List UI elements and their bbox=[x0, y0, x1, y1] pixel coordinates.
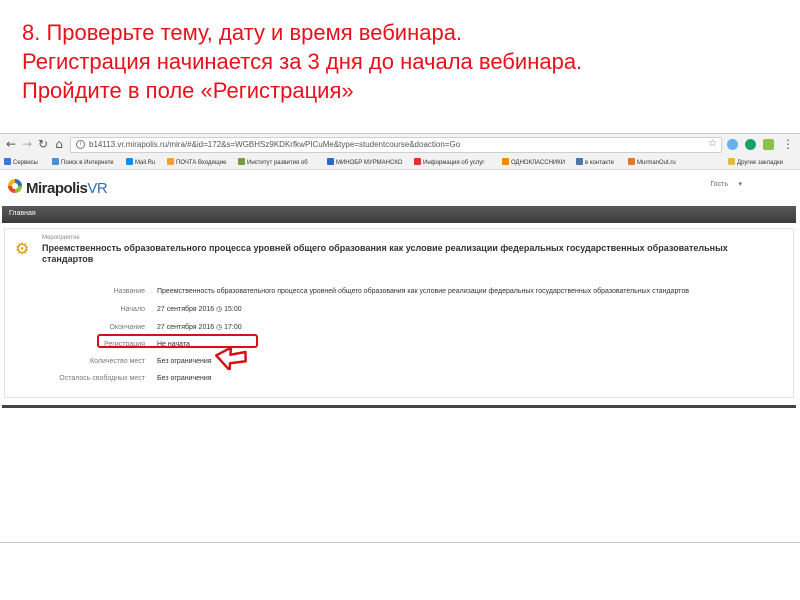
user-menu[interactable]: Гость bbox=[710, 181, 728, 188]
footer-bar bbox=[2, 405, 796, 408]
bookmark-item[interactable]: МИНОБР МУРМАНСКО bbox=[327, 158, 402, 168]
main-menu-bar: Главная bbox=[2, 206, 796, 223]
forward-icon[interactable]: → bbox=[20, 137, 34, 151]
prop-value-free-seats: Без ограничения bbox=[157, 375, 212, 382]
slide-title-line-3: Пройдите в поле «Регистрация» bbox=[22, 78, 354, 103]
prop-label-start: Начало bbox=[120, 306, 145, 313]
event-title: Преемственность образовательного процесс… bbox=[42, 243, 728, 264]
menu-icon[interactable]: ⋮ bbox=[781, 137, 795, 151]
brand-logo[interactable]: MirapolisVR bbox=[26, 180, 108, 197]
bookmarks-bar: Сервисы Поиск в Интернете Mail.Ru ПОЧТА … bbox=[0, 156, 800, 170]
extension-cloud-icon[interactable] bbox=[727, 139, 738, 150]
mail-icon bbox=[126, 158, 133, 165]
prop-label-seats: Количество мест bbox=[90, 358, 145, 365]
info-icon[interactable]: i bbox=[76, 140, 85, 149]
murmanout-icon bbox=[628, 158, 635, 165]
chevron-down-icon[interactable]: ▾ bbox=[738, 180, 742, 188]
slide-title-line-1: 8. Проверьте тему, дату и время вебинара… bbox=[22, 20, 463, 45]
prop-label-end: Окончание bbox=[109, 324, 145, 331]
bookmark-item[interactable]: ОДНОКЛАССНИКИ bbox=[502, 158, 565, 168]
slide-title: 8. Проверьте тему, дату и время вебинара… bbox=[22, 18, 782, 105]
search-icon bbox=[52, 158, 59, 165]
pointer-arrow-icon bbox=[214, 346, 247, 370]
menu-item-home[interactable]: Главная bbox=[9, 210, 36, 217]
bookmark-folder[interactable]: Другие закладки bbox=[728, 158, 783, 168]
prop-label-free-seats: Осталось свободных мест bbox=[59, 375, 145, 382]
extension-evernote-icon[interactable] bbox=[763, 139, 774, 150]
mirapolis-logo-icon bbox=[8, 179, 22, 193]
folder-icon bbox=[728, 158, 735, 165]
reload-icon[interactable]: ↻ bbox=[36, 137, 50, 151]
institute-icon bbox=[238, 158, 245, 165]
apps-icon bbox=[4, 158, 11, 165]
flag-icon bbox=[414, 158, 421, 165]
bookmark-item[interactable]: Институт развития об bbox=[238, 158, 308, 168]
prop-value-name: Преемственность образовательного процесс… bbox=[157, 288, 689, 295]
prop-value-seats: Без ограничения bbox=[157, 358, 212, 365]
bookmark-item[interactable]: MurmanOut.ru bbox=[628, 158, 676, 168]
app-header: MirapolisVR Гость ▾ bbox=[0, 171, 800, 204]
bookmark-item[interactable]: в контакте bbox=[576, 158, 614, 168]
bookmark-item[interactable]: Mail.Ru bbox=[126, 158, 155, 168]
slide-title-line-2: Регистрация начинается за 3 дня до начал… bbox=[22, 49, 583, 74]
extension-shield-icon[interactable] bbox=[745, 139, 756, 150]
prop-value-start: 27 сентября 2016 ◷ 15:00 bbox=[157, 306, 242, 313]
browser-toolbar: ← → ↻ ⌂ i b14113.vr.mirapolis.ru/mira/#&… bbox=[0, 134, 800, 156]
bookmark-item[interactable]: Информация об услуг bbox=[414, 158, 484, 168]
event-kind: Мероприятие bbox=[42, 235, 80, 241]
bookmark-item[interactable]: Сервисы bbox=[4, 158, 38, 168]
prop-label-name: Название bbox=[113, 288, 145, 295]
address-url: b14113.vr.mirapolis.ru/mira/#&id=172&s=W… bbox=[89, 140, 461, 149]
bookmark-item[interactable]: ПОЧТА Входящие bbox=[167, 158, 226, 168]
event-panel: ⚙ Мероприятие Преемственность образовате… bbox=[4, 228, 794, 398]
bookmark-item[interactable]: Поиск в Интернете bbox=[52, 158, 114, 168]
vk-icon bbox=[576, 158, 583, 165]
inbox-icon bbox=[167, 158, 174, 165]
home-icon[interactable]: ⌂ bbox=[52, 137, 66, 151]
ok-icon bbox=[502, 158, 509, 165]
back-icon[interactable]: ← bbox=[4, 137, 18, 151]
address-bar[interactable]: i b14113.vr.mirapolis.ru/mira/#&id=172&s… bbox=[70, 137, 722, 153]
gear-icon: ⚙ bbox=[15, 239, 30, 258]
star-icon[interactable]: ☆ bbox=[708, 138, 717, 149]
ministry-icon bbox=[327, 158, 334, 165]
